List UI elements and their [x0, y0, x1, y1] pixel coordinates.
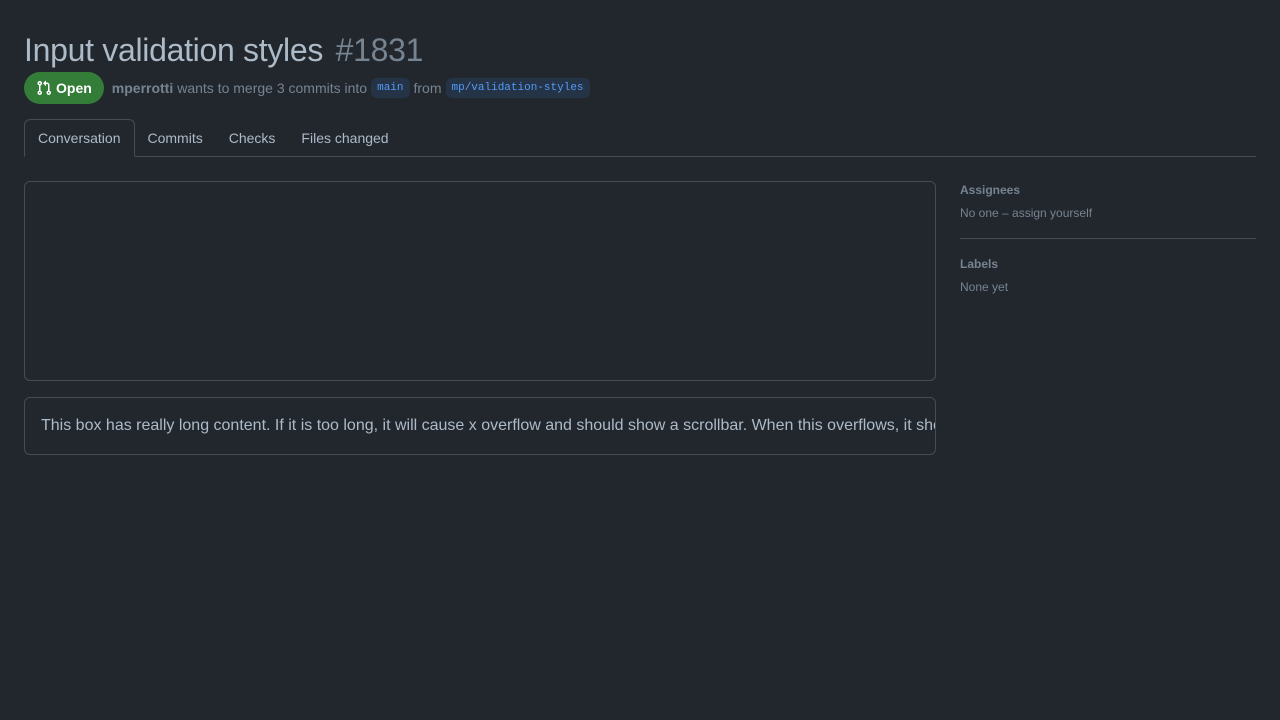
tab-checks[interactable]: Checks: [216, 119, 289, 156]
git-pull-request-icon: [37, 80, 52, 96]
labels-value: None yet: [960, 280, 1009, 294]
pull-request-page: Input validation styles #1831 Open mperr…: [0, 0, 1280, 720]
author-link[interactable]: mperrotti: [112, 80, 173, 96]
labels-heading[interactable]: Labels: [960, 256, 1256, 272]
tab-conversation[interactable]: Conversation: [24, 119, 135, 157]
head-branch[interactable]: mp/validation-styles: [445, 78, 590, 98]
pr-header: Input validation styles #1831: [24, 30, 1256, 70]
merge-description: mperrotti wants to merge 3 commits into …: [112, 78, 594, 98]
assignees-section: Assignees No one – assign yourself: [960, 182, 1256, 238]
assignees-value[interactable]: No one – assign yourself: [960, 205, 1256, 221]
pr-meta: Open mperrotti wants to merge 3 commits …: [24, 72, 594, 104]
tab-commits[interactable]: Commits: [135, 119, 216, 156]
status-badge: Open: [24, 72, 104, 104]
from-text: from: [413, 80, 442, 96]
conversation-box: [24, 181, 936, 381]
pr-number: #1831: [335, 32, 424, 68]
pr-title: Input validation styles: [24, 32, 324, 68]
status-label: Open: [56, 80, 92, 96]
overflow-text: This box has really long content. If it …: [41, 417, 935, 434]
page-title: Input validation styles #1831: [24, 30, 1256, 70]
pr-tabs: Conversation Commits Checks Files change…: [24, 119, 1256, 157]
assignees-heading[interactable]: Assignees: [960, 182, 1256, 198]
labels-section: Labels None yet: [960, 238, 1256, 312]
tab-files-changed[interactable]: Files changed: [288, 119, 401, 156]
base-branch[interactable]: main: [371, 78, 410, 98]
pr-sidebar: Assignees No one – assign yourself Label…: [960, 182, 1256, 312]
merge-text: wants to merge 3 commits into: [177, 80, 368, 96]
overflow-box[interactable]: This box has really long content. If it …: [24, 397, 936, 455]
